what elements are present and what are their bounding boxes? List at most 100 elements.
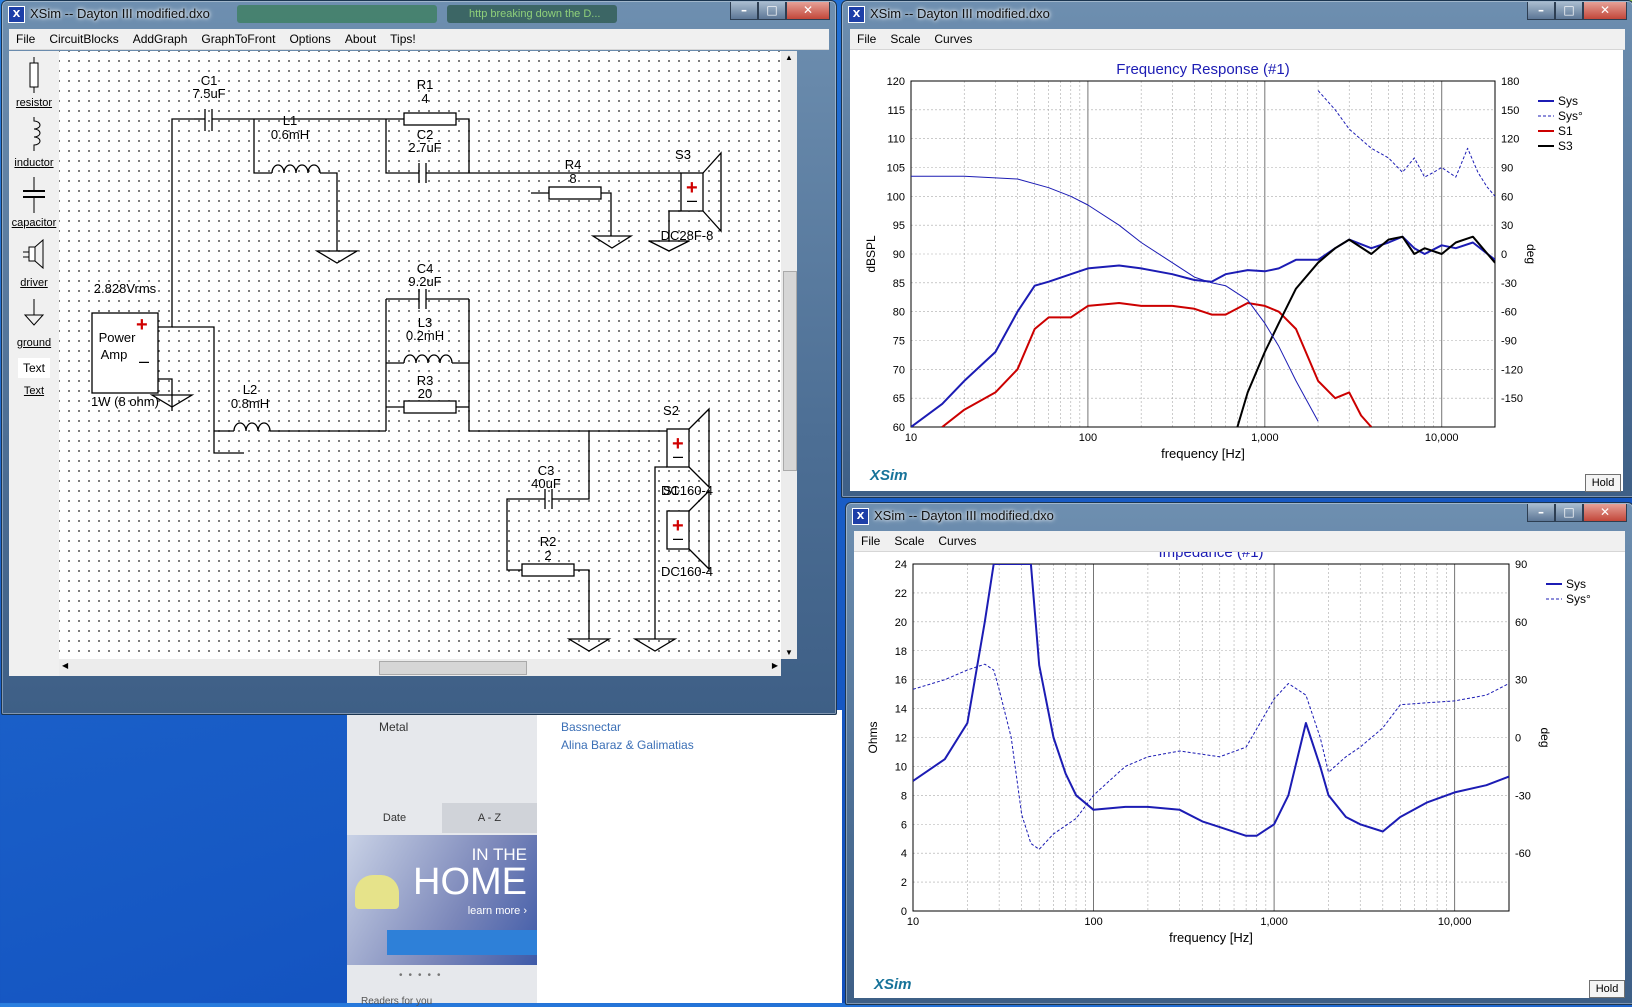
minimize-button[interactable]: – [1527,2,1555,20]
genre-label[interactable]: Metal [379,720,408,734]
tool-ground[interactable]: ground [9,295,59,353]
y-tick-label: 70 [893,364,905,376]
menu-file[interactable]: File [9,32,42,46]
sort-tab-date[interactable]: Date [347,803,442,833]
x-tick-label: 100 [1084,916,1102,928]
y2-tick-label: 0 [1515,733,1521,745]
y-tick-label: 75 [893,336,905,348]
menu-curves[interactable]: Curves [927,32,979,46]
menu-circuitblocks[interactable]: CircuitBlocks [42,32,125,46]
scroll-up-arrow-icon[interactable]: ▲ [781,53,797,62]
menu-file[interactable]: File [850,32,883,46]
chart-title: Impedance (#1) [1158,552,1263,561]
minimize-button[interactable]: – [730,2,758,20]
tool-inductor[interactable]: inductor [9,115,59,173]
y-tick-label: 100 [887,191,905,203]
amp-label-2: Amp [101,347,128,362]
menu-scale[interactable]: Scale [883,32,927,46]
tool-capacitor[interactable]: capacitor [9,175,59,233]
y-axis-label: Ohms [866,721,880,753]
schematic-drawing[interactable]: + + + + – – – – C1 7.5uF L1 0.6mH R1 4 C… [59,51,781,659]
imp-titlebar[interactable]: X XSim -- Dayton III modified.dxo – □ ✕ [846,503,1632,529]
l2-name: L2 [243,382,257,397]
y2-tick-label: -150 [1501,393,1523,405]
sort-tab-az[interactable]: A - Z [442,803,537,833]
y2-tick-label: 150 [1501,105,1519,117]
schematic-vertical-scrollbar[interactable]: ▲ ▼ [781,51,797,659]
x-axis-label: frequency [Hz] [1169,930,1253,945]
sort-tabs: Date A - Z [347,803,537,833]
hold-button[interactable]: Hold [1585,474,1621,492]
tool-driver[interactable]: driver [9,235,59,293]
s1-minus-sign: – [673,528,683,548]
resistor-r2[interactable] [521,563,575,577]
close-button[interactable]: ✕ [1583,504,1627,522]
s3-minus-sign: – [687,190,697,210]
menu-about[interactable]: About [338,32,383,46]
menu-options[interactable]: Options [282,32,337,46]
y2-tick-label: -120 [1501,364,1523,376]
s1-name: S1 [663,483,679,498]
series-group [911,90,1495,427]
artist-link-1[interactable]: Bassnectar [561,720,621,734]
schematic-horizontal-scrollbar[interactable]: ◀ ▶ [59,659,781,676]
ad-banner[interactable]: IN THE HOME learn more › [347,835,537,965]
chart-title: Frequency Response (#1) [1116,61,1289,78]
maximize-button[interactable]: □ [758,2,786,20]
impedance-window[interactable]: X XSim -- Dayton III modified.dxo – □ ✕ … [845,502,1632,1005]
menu-graphtofront[interactable]: GraphToFront [194,32,282,46]
minimize-button[interactable]: – [1527,504,1555,522]
taskbar-tab-2[interactable]: http breaking down the D... [447,5,617,23]
freq-plot-area: 60 65 70 75 80 85 90 95 100 105 110 115 120 180 150 120… [850,50,1623,492]
menu-scale[interactable]: Scale [887,534,931,548]
tool-text[interactable]: Text Text [9,355,59,405]
menu-tips[interactable]: Tips! [383,32,423,46]
l2-value: 0.8mH [231,396,269,411]
freq-title: XSim -- Dayton III modified.dxo [870,6,1050,21]
resistor-r4[interactable] [548,186,602,200]
scroll-left-arrow-icon[interactable]: ◀ [62,661,68,670]
close-button[interactable]: ✕ [1583,2,1627,20]
ad-sofa-image [387,930,537,955]
hold-button[interactable]: Hold [1589,980,1625,998]
schematic-canvas[interactable]: + + + + – – – – C1 7.5uF L1 0.6mH R1 4 C… [59,51,781,659]
schematic-window[interactable]: X XSim -- Dayton III modified.dxo http b… [1,0,837,715]
y-tick-label: 24 [895,559,907,571]
close-button[interactable]: ✕ [786,2,830,20]
menu-curves[interactable]: Curves [931,534,983,548]
artist-link-2[interactable]: Alina Baraz & Galimatias [561,738,694,752]
component-toolbox: resistor inductor capacitor driver groun… [9,51,59,676]
resistor-r3[interactable] [403,400,457,414]
ground-icon [23,299,45,326]
frequency-response-chart[interactable]: 6065707580859095100105110115120 180150120… [850,50,1623,491]
tool-resistor[interactable]: resistor [9,55,59,113]
menu-file[interactable]: File [854,534,887,548]
horizontal-scroll-thumb[interactable] [379,661,527,675]
l1-value: 0.6mH [271,127,309,142]
menu-addgraph[interactable]: AddGraph [126,32,195,46]
legend-label: Sys [1558,94,1578,108]
scroll-right-arrow-icon[interactable]: ▶ [772,661,778,670]
inductor-l2 [233,422,271,432]
carousel-dots[interactable]: ••••• [399,970,447,981]
wire [158,118,194,328]
scroll-down-arrow-icon[interactable]: ▼ [781,648,797,657]
impedance-chart[interactable]: 024681012141618202224 9060300-30-6010 100 1… [854,544,1625,998]
schematic-titlebar[interactable]: X XSim -- Dayton III modified.dxo http b… [2,1,836,27]
frequency-response-window[interactable]: X XSim -- Dayton III modified.dxo – □ ✕ … [841,0,1632,498]
maximize-button[interactable]: □ [1555,504,1583,522]
maximize-button[interactable]: □ [1555,2,1583,20]
ad-cta-link[interactable]: learn more › [468,905,527,917]
taskbar-tab-1[interactable] [237,5,437,23]
freq-titlebar[interactable]: X XSim -- Dayton III modified.dxo – □ ✕ [842,1,1632,27]
s1-model: DC160-4 [661,564,713,579]
y-tick-label: 10 [895,761,907,773]
xsim-logo: XSim [870,467,908,484]
s3-name: S3 [675,147,691,162]
y-axis-label: dBSPL [864,235,878,273]
ground-l1 [314,250,360,264]
vertical-scroll-thumb[interactable] [783,271,797,471]
tool-label-inductor: inductor [14,157,54,169]
resistor-r1[interactable] [403,112,457,126]
y2-tick-label: 0 [1501,249,1507,261]
